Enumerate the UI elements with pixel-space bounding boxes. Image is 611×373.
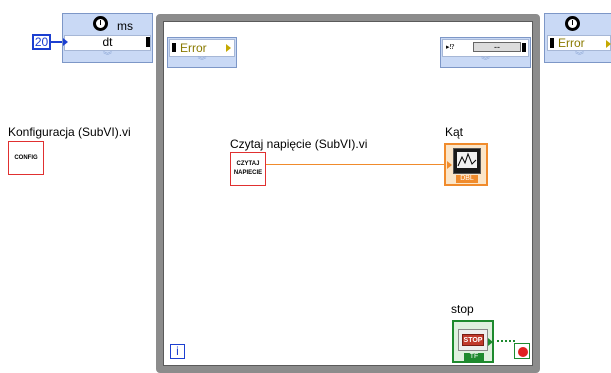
angle-type-badge: DBL [456, 175, 478, 183]
angle-type-badge-text: DBL [460, 175, 474, 182]
read-voltage-subvi-label: Czytaj napięcie (SubVI).vi [230, 137, 368, 151]
dt-input-terminal[interactable]: dt [64, 35, 151, 51]
config-subvi-label: Konfiguracja (SubVI).vi [8, 125, 131, 139]
wait-ms-node-right[interactable]: Error ︾ [544, 13, 611, 63]
stop-if-true-icon [518, 347, 528, 357]
status-register-tab-icon [522, 43, 526, 52]
iteration-terminal[interactable]: i [170, 344, 185, 359]
error-register-field: Error [169, 39, 235, 57]
stop-button-icon: STOP [458, 329, 488, 351]
stop-boolean-wire[interactable] [497, 340, 515, 342]
error-out-terminal[interactable] [146, 37, 150, 47]
stop-control-label: stop [451, 302, 474, 316]
loop-condition-terminal[interactable] [514, 343, 530, 359]
angle-input-arrow-icon [447, 161, 452, 169]
error-in-terminal-right[interactable]: Error [547, 35, 611, 51]
dt-constant-value: 20 [34, 35, 49, 49]
stop-type-badge: TF [464, 353, 484, 361]
stop-output-arrow-icon [488, 338, 493, 346]
stop-button-text: STOP [463, 337, 483, 344]
expand-chevron-icon[interactable]: ︾ [63, 52, 152, 61]
while-loop-inner [163, 21, 533, 366]
angle-numeric-wire[interactable] [266, 164, 446, 165]
wait-ms-node-left[interactable]: ms dt ︾ [62, 13, 153, 63]
error-register-label: Error [180, 41, 207, 55]
expand-chevron-icon[interactable]: ︾ [441, 57, 530, 66]
status-register-in-icon: ▸⁉ [446, 44, 455, 51]
dt-input-label: dt [102, 35, 113, 49]
dt-constant[interactable]: 20 [32, 34, 51, 50]
status-register-value: -- [494, 42, 500, 52]
config-subvi-icon-text: CONFIG [14, 154, 38, 161]
config-subvi-icon[interactable]: CONFIG [8, 141, 44, 175]
error-shift-register-left[interactable]: Error ︾ [167, 37, 237, 68]
error-register-arrow-icon [226, 44, 231, 52]
expand-chevron-icon[interactable]: ︾ [545, 52, 611, 61]
read-voltage-icon-line1: CZYTAJ [236, 161, 260, 167]
wait-unit-label: ms [117, 19, 133, 33]
dt-terminal-arrow-icon [63, 38, 68, 46]
error-in-tab-icon [550, 38, 554, 48]
read-voltage-icon-line2: NAPIECIE [233, 170, 263, 176]
expand-chevron-icon[interactable]: ︾ [168, 57, 236, 66]
chart-icon [453, 148, 481, 174]
error-register-tab-icon [172, 43, 176, 52]
stop-type-badge-text: TF [469, 353, 479, 360]
clock-icon [565, 16, 580, 31]
error-in-arrow-icon [606, 40, 611, 48]
clock-icon [93, 16, 108, 31]
iteration-terminal-label: i [176, 344, 179, 358]
status-register-display: -- [473, 42, 521, 52]
status-register-right[interactable]: ▸⁉ -- ︾ [440, 37, 531, 68]
status-register-field: ▸⁉ -- [442, 39, 529, 57]
stop-control-terminal[interactable]: STOP TF [452, 320, 494, 363]
read-voltage-subvi-icon[interactable]: CZYTAJ NAPIECIE [230, 152, 266, 186]
angle-indicator-terminal[interactable]: DBL [444, 143, 488, 186]
stop-button-face: STOP [462, 334, 484, 346]
angle-indicator-label: Kąt [445, 125, 464, 139]
error-in-label: Error [558, 36, 585, 50]
